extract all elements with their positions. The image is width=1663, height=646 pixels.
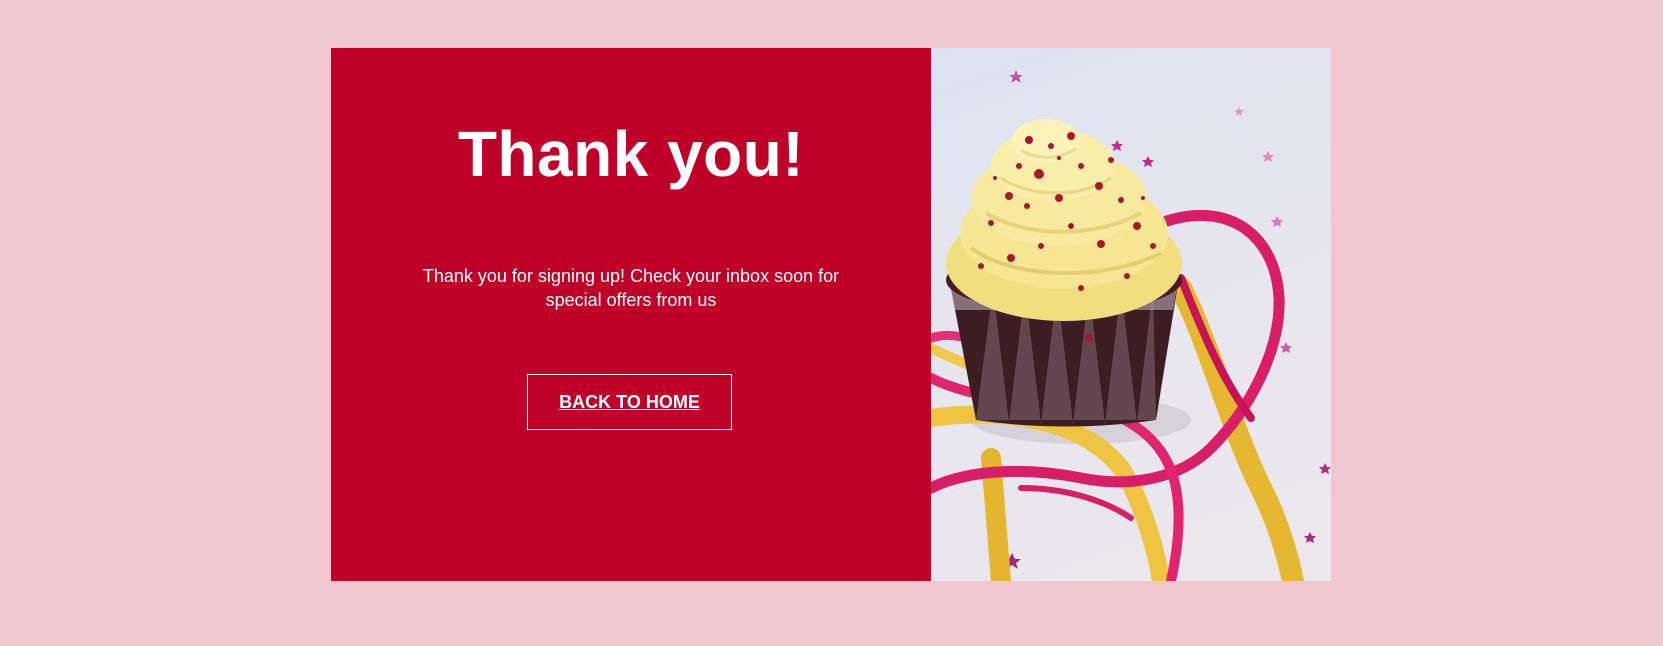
message-panel: Thank you! Thank you for signing up! Che…: [331, 48, 931, 581]
confirmation-message: Thank you for signing up! Check your inb…: [422, 266, 840, 310]
frosting: [946, 119, 1182, 321]
thank-you-card: Thank you! Thank you for signing up! Che…: [331, 48, 1331, 581]
back-to-home-button[interactable]: BACK TO HOME: [527, 374, 732, 430]
page-title: Thank you!: [457, 118, 805, 190]
cupcake-image: [931, 48, 1331, 581]
cupcake-illustration: [931, 70, 1331, 581]
